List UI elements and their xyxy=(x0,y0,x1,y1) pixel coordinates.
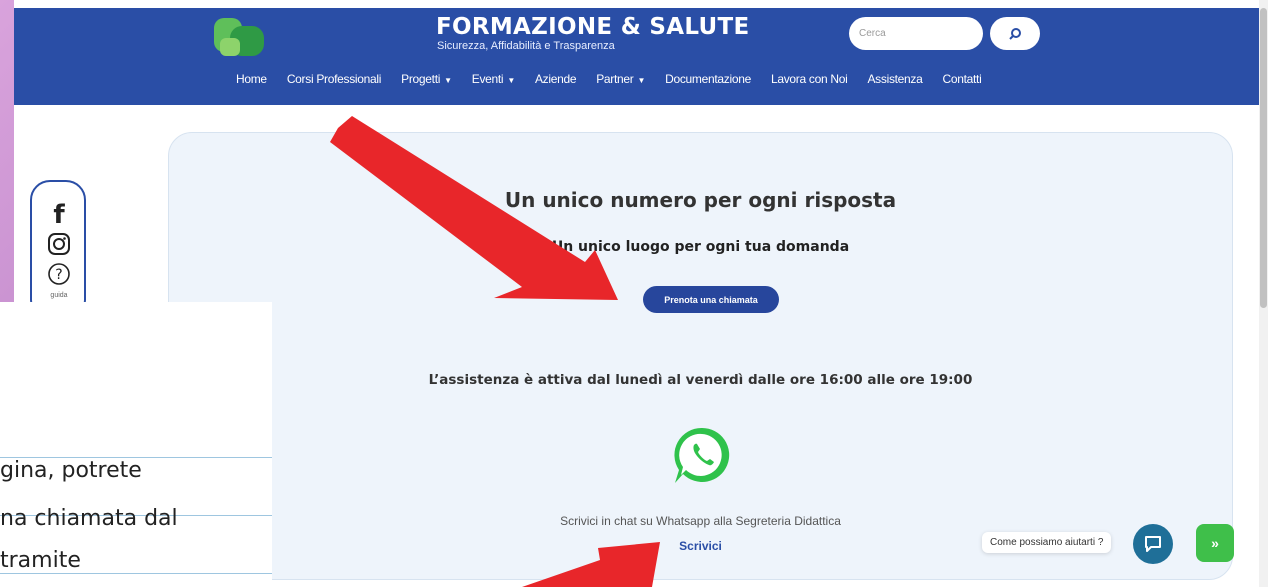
nav-eventi[interactable]: Eventi ▼ xyxy=(462,72,525,86)
nav-assistenza[interactable]: Assistenza xyxy=(857,72,932,86)
chevron-down-icon: ▼ xyxy=(637,76,646,85)
back-to-top-button[interactable]: » xyxy=(1196,524,1234,562)
site-logo[interactable] xyxy=(214,18,266,58)
slide-text-overlay: gina, potrete na chiamata dal tramite xyxy=(0,302,272,587)
nav-partner[interactable]: Partner ▼ xyxy=(586,72,655,86)
site-header: FORMAZIONE & SALUTE Sicurezza, Affidabil… xyxy=(14,8,1259,105)
instagram-icon[interactable] xyxy=(46,232,72,261)
nav-lavora-con-noi[interactable]: Lavora con Noi xyxy=(761,72,858,86)
chat-button[interactable] xyxy=(1133,524,1173,564)
search-input[interactable]: Cerca xyxy=(849,17,983,50)
nav-corsi-professionali[interactable]: Corsi Professionali xyxy=(277,72,391,86)
whatsapp-icon[interactable] xyxy=(669,423,735,489)
help-icon[interactable]: ? xyxy=(46,262,72,291)
scrollbar[interactable] xyxy=(1259,0,1268,587)
svg-text:?: ? xyxy=(55,267,62,283)
service-hours: L’assistenza è attiva dal lunedì al vene… xyxy=(428,372,973,388)
nav-aziende[interactable]: Aziende xyxy=(525,72,586,86)
chat-prompt-label[interactable]: Come possiamo aiutarti ? xyxy=(982,532,1112,553)
card-subtitle: Un unico luogo per ogni tua domanda xyxy=(551,239,850,255)
chevron-down-icon: ▼ xyxy=(444,76,452,85)
guide-label: guida xyxy=(50,292,68,299)
search-icon xyxy=(1009,27,1021,40)
brand-tagline: Sicurezza, Affidabilità e Trasparenza xyxy=(437,40,615,52)
facebook-icon[interactable]: f xyxy=(46,200,72,230)
scrollbar-thumb[interactable] xyxy=(1260,8,1267,308)
chevron-double-up-icon: » xyxy=(1211,535,1219,551)
nav-documentazione[interactable]: Documentazione xyxy=(655,72,761,86)
search-placeholder: Cerca xyxy=(859,28,886,39)
book-call-button[interactable]: Prenota una chiamata xyxy=(643,286,779,313)
social-sidebar: f ? guida xyxy=(30,180,86,320)
chat-bubble-icon xyxy=(1145,536,1161,552)
main-nav: Home Corsi Professionali Progetti ▼ Event… xyxy=(226,72,991,86)
nav-progetti[interactable]: Progetti ▼ xyxy=(391,72,462,86)
overlay-line-1: gina, potrete xyxy=(0,458,142,483)
nav-contatti[interactable]: Contatti xyxy=(933,72,992,86)
whatsapp-description: Scrivici in chat su Whatsapp alla Segret… xyxy=(560,514,841,528)
overlay-line-2: na chiamata dal xyxy=(0,506,178,531)
brand-title[interactable]: FORMAZIONE & SALUTE xyxy=(436,14,749,40)
assistance-card: Un unico numero per ogni risposta Un uni… xyxy=(168,132,1233,580)
search-button[interactable] xyxy=(990,17,1040,50)
card-title: Un unico numero per ogni risposta xyxy=(504,188,897,212)
chevron-down-icon: ▼ xyxy=(507,76,515,85)
nav-home[interactable]: Home xyxy=(226,72,277,86)
overlay-line-3: tramite xyxy=(0,548,81,573)
